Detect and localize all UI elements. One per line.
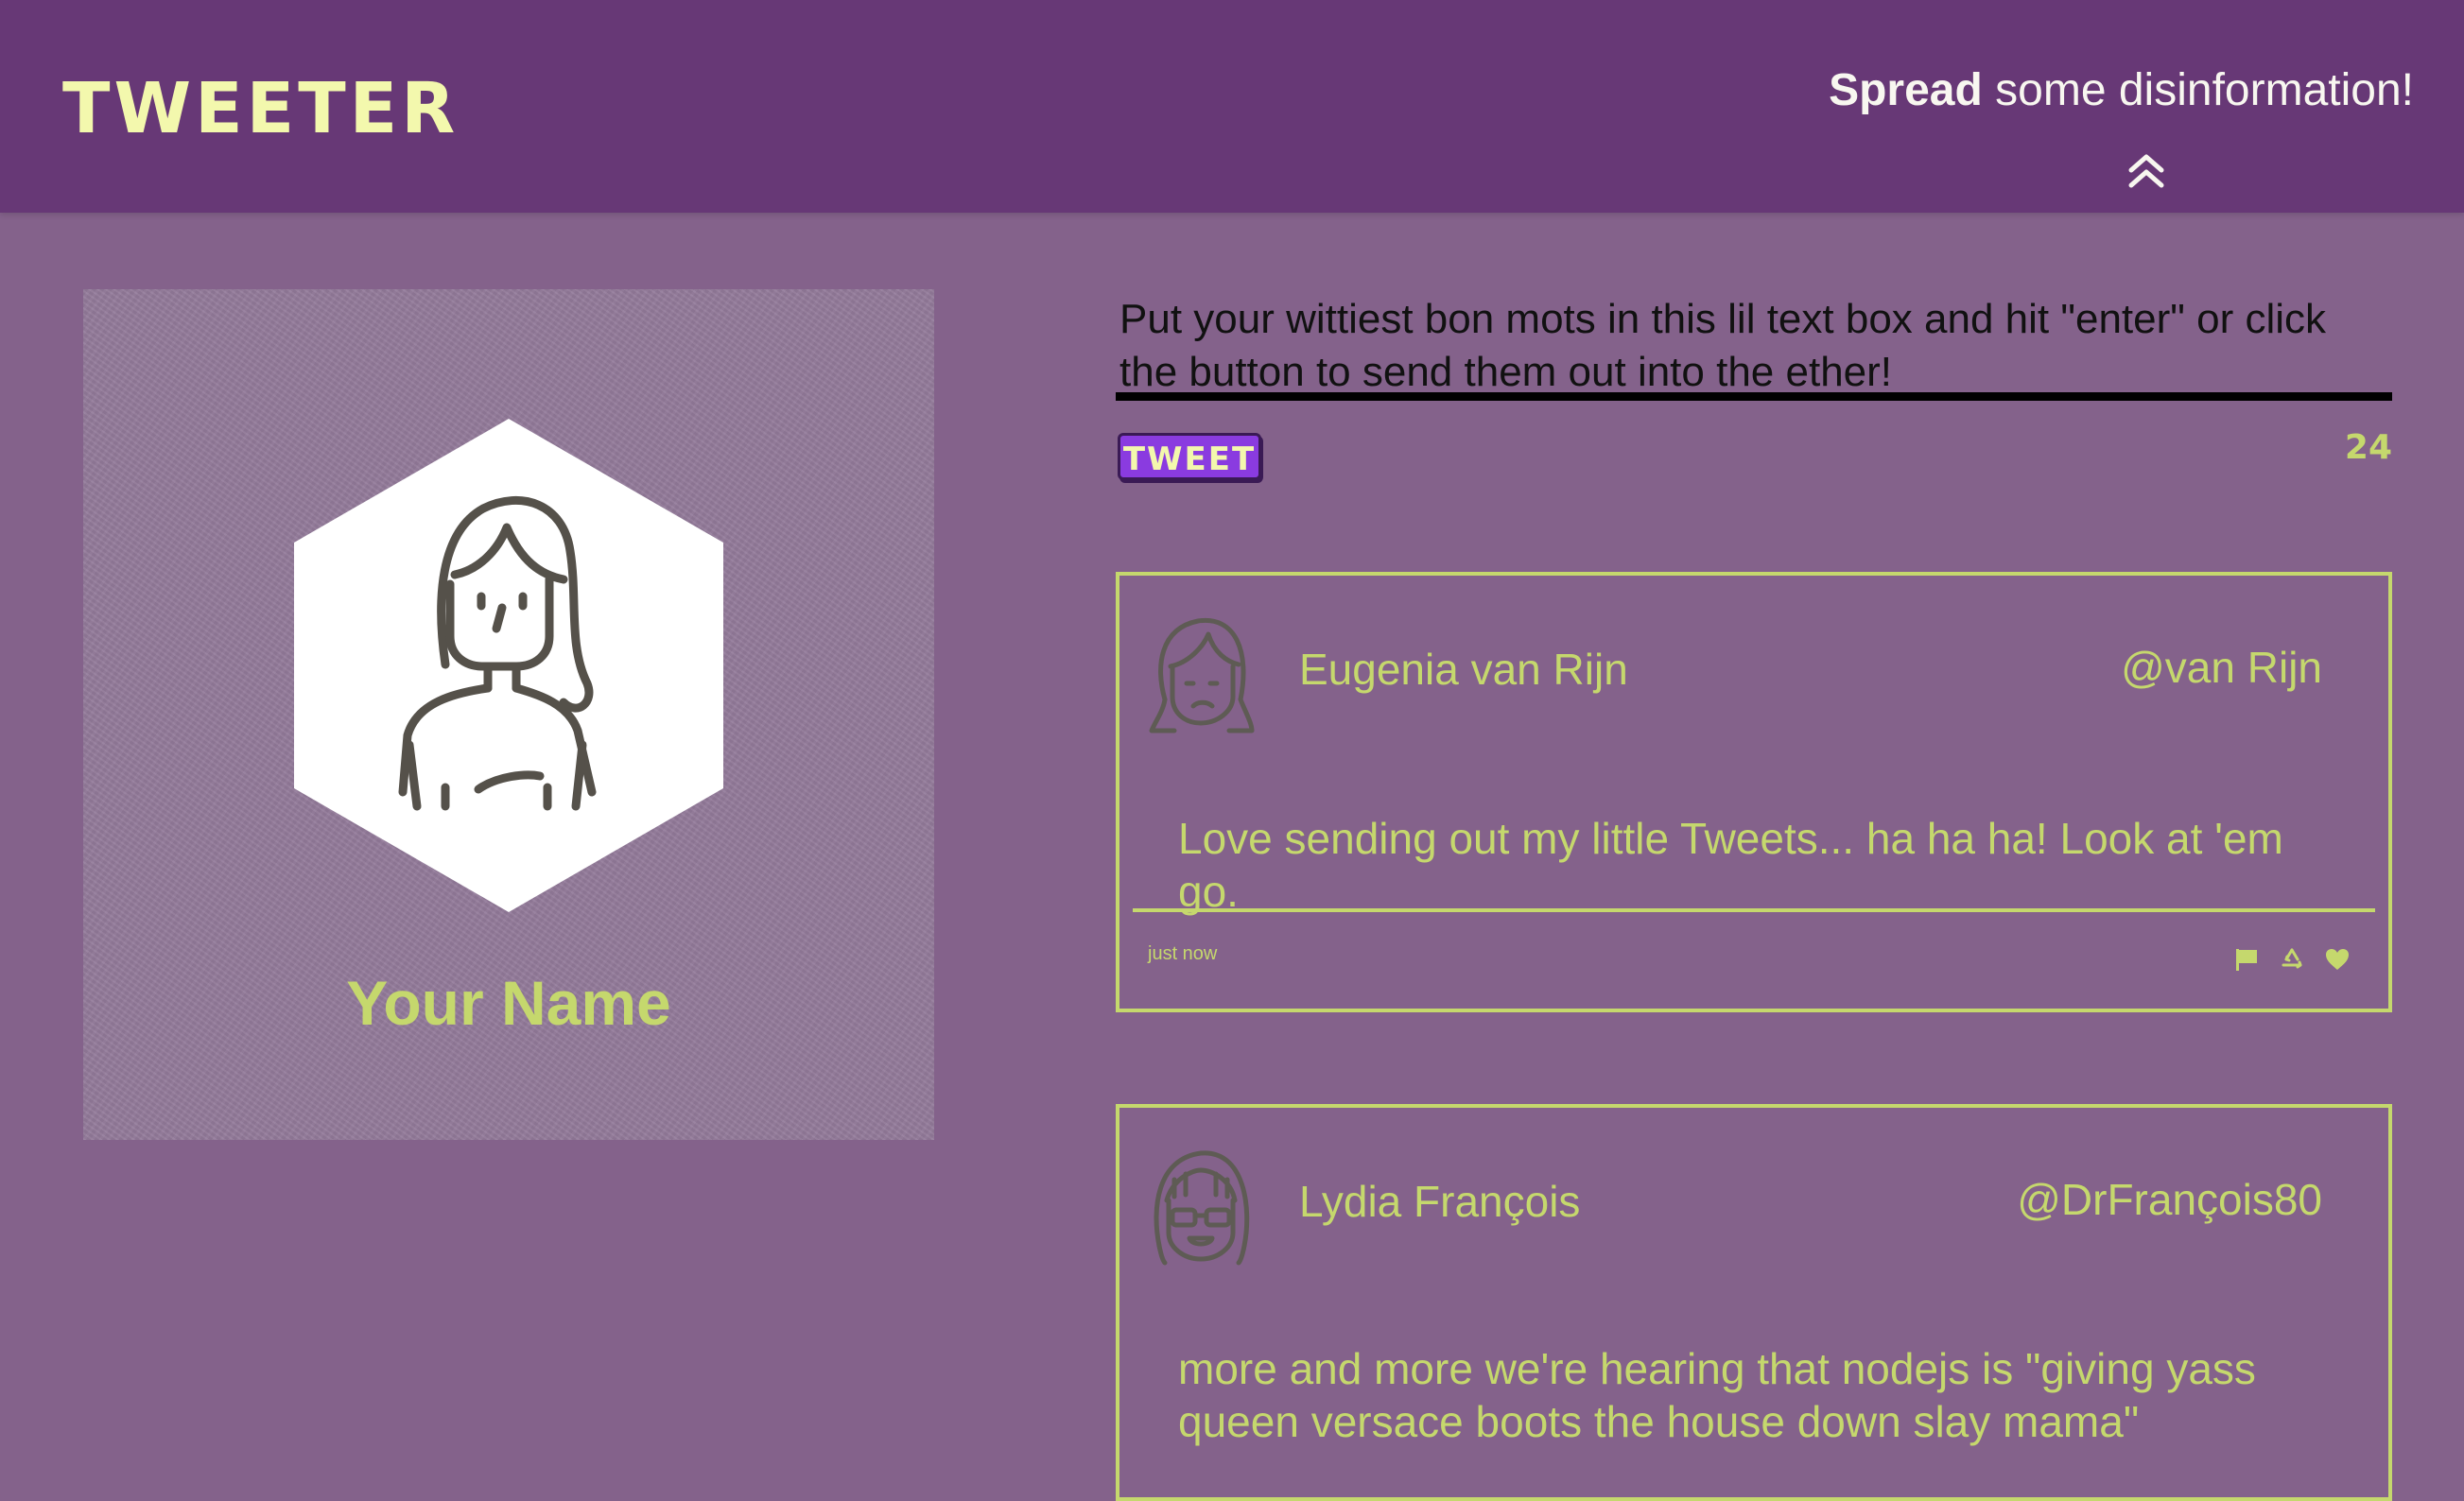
- retweet-icon[interactable]: [2279, 946, 2305, 973]
- tweet-author-name: Lydia François: [1299, 1177, 1581, 1226]
- brand-logo: TWEETER: [62, 68, 460, 149]
- tweet-content: more and more we're hearing that nodejs …: [1178, 1344, 2256, 1446]
- tweet-content: Love sending out my little Tweets... ha …: [1178, 814, 2283, 916]
- tweet-author-name: Eugenia van Rijn: [1299, 645, 1628, 694]
- sad-woman-avatar-icon: [1149, 617, 1255, 733]
- tweet-input[interactable]: [1116, 289, 2392, 401]
- tweet-author-handle: @van Rijn: [2121, 643, 2322, 692]
- profile-name: Your Name: [346, 968, 671, 1038]
- sunglasses-woman-avatar-icon: [1154, 1150, 1250, 1266]
- profile-card: Your Name: [83, 289, 934, 1140]
- compose-toggle-text: some disinformation!: [1982, 65, 2414, 115]
- tweet-card: Eugenia van Rijn @van Rijn Love sending …: [1116, 572, 2392, 1012]
- tweet-button[interactable]: TWEET: [1118, 433, 1261, 480]
- flag-icon[interactable]: [2233, 946, 2260, 973]
- compose-toggle-bold: Spread: [1829, 65, 1983, 115]
- tweet-author-handle: @DrFrançois80: [2017, 1175, 2322, 1224]
- char-counter: 24: [2344, 428, 2392, 467]
- double-chevron-up-icon[interactable]: [2127, 151, 2165, 191]
- compose-toggle-link[interactable]: Spread some disinformation!: [1829, 68, 2414, 113]
- top-nav: TWEETER Spread some disinformation!: [0, 0, 2464, 213]
- tweet-timestamp: just now: [1148, 943, 1218, 964]
- woman-avatar-icon: [294, 419, 723, 912]
- tweet-divider: [1133, 908, 2375, 912]
- heart-icon[interactable]: [2324, 946, 2351, 973]
- tweet-card: Lydia François @DrFrançois80 more and mo…: [1116, 1104, 2392, 1501]
- tweet-composer: TWEET 24: [1116, 289, 2392, 480]
- tweet-actions: [2233, 946, 2351, 973]
